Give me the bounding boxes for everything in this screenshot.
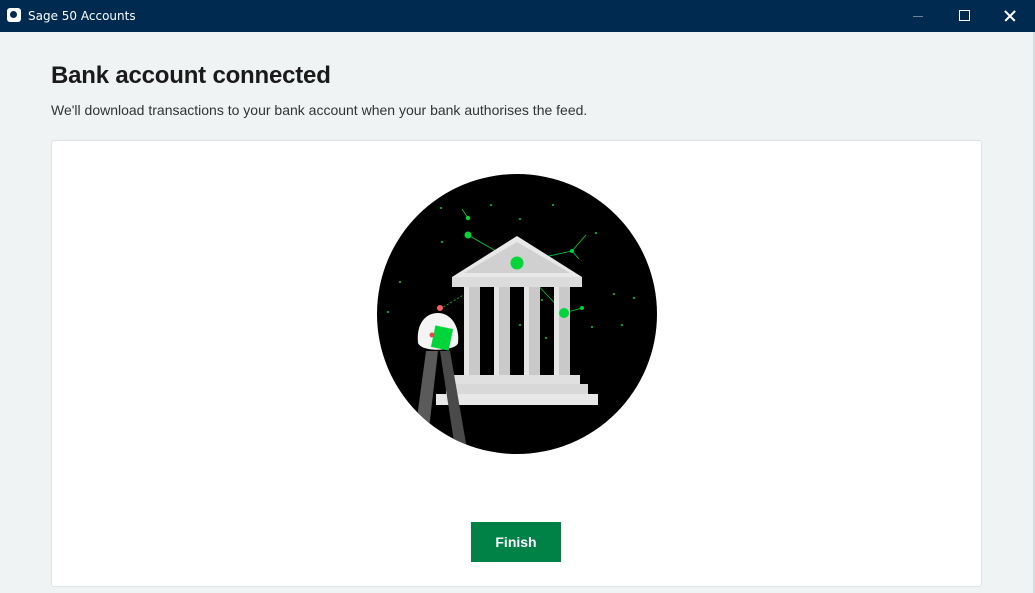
finish-button[interactable]: Finish [471, 522, 561, 562]
page-title: Bank account connected [51, 62, 331, 89]
sage-app-icon [7, 8, 21, 22]
bank-building-illustration [377, 174, 657, 454]
close-icon[interactable] [987, 0, 1033, 32]
minimize-icon[interactable] [895, 0, 941, 32]
content-card: Finish [51, 140, 982, 587]
title-bar: Sage 50 Accounts [0, 0, 1035, 32]
window-title: Sage 50 Accounts [28, 9, 136, 23]
maximize-icon[interactable] [941, 0, 987, 32]
page-subtitle: We'll download transactions to your bank… [51, 102, 588, 118]
